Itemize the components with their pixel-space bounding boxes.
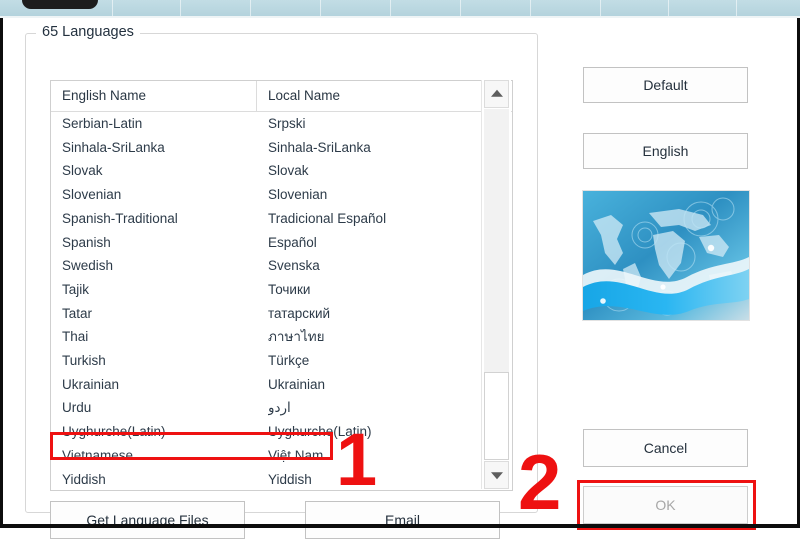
scroll-down-button[interactable] xyxy=(484,461,509,489)
table-row[interactable]: Urdu اردو xyxy=(51,396,512,420)
table-row[interactable]: Yiddish Yiddish xyxy=(51,468,512,491)
table-row[interactable]: Spanish-Traditional Tradicional Español xyxy=(51,207,512,231)
cell-english-name: Yiddish xyxy=(62,471,106,487)
strip-divider xyxy=(390,0,391,16)
cell-english-name: Sinhala-SriLanka xyxy=(62,139,165,155)
table-row[interactable]: Serbian-Latin Srpski xyxy=(51,112,512,136)
table-row[interactable]: Sinhala-SriLanka Sinhala-SriLanka xyxy=(51,136,512,160)
strip-divider xyxy=(250,0,251,16)
cell-local-name: Español xyxy=(268,234,317,250)
annotation-highlight-ok-button xyxy=(577,480,756,530)
table-row[interactable]: Thai ภาษาไทย xyxy=(51,325,512,349)
window-top-strip xyxy=(0,0,800,16)
cell-english-name: Tajik xyxy=(62,281,90,297)
cell-english-name: Turkish xyxy=(62,353,106,368)
scrollbar-thumb[interactable] xyxy=(484,372,509,460)
table-row[interactable]: Spanish Español xyxy=(51,231,512,255)
table-row[interactable]: Tatar татарский xyxy=(51,302,512,326)
cell-local-name: اردو xyxy=(268,400,291,416)
table-row[interactable]: Ukrainian Ukrainian xyxy=(51,373,512,397)
cell-local-name: Sinhala-SriLanka xyxy=(268,139,371,155)
email-button[interactable]: Email xyxy=(305,501,500,539)
language-dialog: 65 Languages English Name Local Name Ser… xyxy=(0,18,800,539)
cell-english-name: Swedish xyxy=(62,258,114,274)
chevron-up-icon xyxy=(490,89,503,97)
cell-local-name: Svenska xyxy=(268,258,320,274)
cell-english-name: Spanish xyxy=(62,234,111,250)
window-left-edge xyxy=(0,18,3,528)
window-tab-shape xyxy=(22,0,98,9)
cell-local-name: Tradicional Español xyxy=(268,210,387,226)
cell-local-name: Slovak xyxy=(268,163,309,179)
languages-list[interactable]: English Name Local Name Serbian-Latin Srp… xyxy=(50,80,513,491)
cell-english-name: Urdu xyxy=(62,400,92,416)
scroll-up-button[interactable] xyxy=(484,80,509,108)
cell-local-name: ภาษาไทย xyxy=(268,329,325,345)
cancel-button[interactable]: Cancel xyxy=(583,429,748,467)
cell-local-name: Srpski xyxy=(268,116,306,131)
cell-local-name: Slovenian xyxy=(268,187,328,203)
list-header-row: English Name Local Name xyxy=(51,81,512,112)
list-scrollbar[interactable] xyxy=(481,80,511,489)
strip-divider xyxy=(600,0,601,16)
annotation-step-2: 2 xyxy=(518,438,562,526)
strip-divider xyxy=(112,0,113,16)
strip-divider xyxy=(668,0,669,16)
strip-divider xyxy=(180,0,181,16)
cell-local-name: татарский xyxy=(268,305,331,321)
languages-group-label: 65 Languages xyxy=(36,24,140,40)
table-row[interactable]: Turkish Türkçe xyxy=(51,349,512,373)
cell-local-name: Türkçe xyxy=(268,353,310,368)
strip-divider xyxy=(530,0,531,16)
table-row[interactable]: Slovak Slovak xyxy=(51,159,512,183)
strip-divider xyxy=(320,0,321,16)
world-map-image xyxy=(582,190,750,321)
cell-english-name: Serbian-Latin xyxy=(62,116,143,131)
cell-english-name: Slovenian xyxy=(62,187,122,203)
column-header-english-name[interactable]: English Name xyxy=(51,81,257,111)
chevron-down-icon xyxy=(490,472,503,480)
cell-local-name: Точики xyxy=(268,281,311,297)
cell-english-name: Ukrainian xyxy=(62,376,120,392)
column-header-local-name[interactable]: Local Name xyxy=(257,81,482,111)
strip-divider xyxy=(460,0,461,16)
default-button[interactable]: Default xyxy=(583,67,748,103)
get-language-files-button[interactable]: Get Language Files xyxy=(50,501,245,539)
english-button[interactable]: English xyxy=(583,133,748,169)
cell-local-name: Ukrainian xyxy=(268,376,326,392)
table-row[interactable]: Tajik Точики xyxy=(51,278,512,302)
strip-divider xyxy=(736,0,737,16)
cell-english-name: Slovak xyxy=(62,163,103,179)
annotation-step-1: 1 xyxy=(336,418,378,501)
window-bottom-edge xyxy=(0,524,800,528)
world-map-graphic xyxy=(583,191,749,320)
annotation-highlight-vietnamese-row xyxy=(50,432,333,460)
cell-english-name: Tatar xyxy=(62,305,93,321)
cell-english-name: Thai xyxy=(62,329,89,345)
cell-english-name: Spanish-Traditional xyxy=(62,210,178,226)
table-row[interactable]: Swedish Svenska xyxy=(51,254,512,278)
table-row[interactable]: Slovenian Slovenian xyxy=(51,183,512,207)
